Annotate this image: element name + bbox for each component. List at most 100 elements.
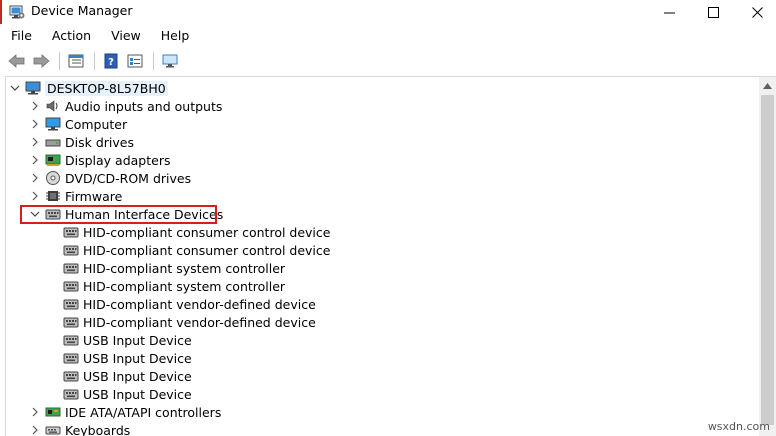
speaker-icon [45,98,61,114]
expand-chevron-icon[interactable] [28,403,42,421]
expand-chevron-icon[interactable] [28,421,42,436]
computer-icon [25,80,41,96]
close-button[interactable] [734,0,776,24]
scroll-thumb[interactable] [761,95,774,425]
hid-icon [63,224,79,240]
tree-category-disk-drives[interactable]: Disk drives [28,133,134,151]
device-label: USB Input Device [83,386,192,402]
category-label: Human Interface Devices [65,206,224,222]
help-book-icon: ? [104,53,118,69]
details-button[interactable] [124,50,146,72]
collapse-chevron-icon[interactable] [8,79,22,97]
hid-icon [45,206,61,222]
tree-device-item[interactable]: USB Input Device [63,385,192,403]
hid-icon [63,368,79,384]
minimize-button[interactable] [646,0,692,24]
window-title: Device Manager [31,3,133,18]
device-label: HID-compliant system controller [83,260,286,276]
device-label: HID-compliant vendor-defined device [83,314,316,330]
tree-category-firmware[interactable]: Firmware [28,187,122,205]
toolbar-separator [94,52,95,70]
scan-monitor-icon [162,54,178,68]
tree-category-display-adapters[interactable]: Display adapters [28,151,170,169]
details-list-icon [127,54,143,68]
properties-grid-icon [68,54,84,68]
tree-device-item[interactable]: USB Input Device [63,331,192,349]
tree-category-audio-inputs-and-outputs[interactable]: Audio inputs and outputs [28,97,222,115]
toolbar-separator [59,52,60,70]
svg-text:?: ? [108,57,114,68]
menu-help[interactable]: Help [150,26,199,46]
expand-chevron-icon[interactable] [28,115,42,133]
expand-chevron-icon[interactable] [28,169,42,187]
tree-category-computer[interactable]: Computer [28,115,127,133]
tree-category-ide-ata-atapi-controllers[interactable]: IDE ATA/ATAPI controllers [28,403,221,421]
tree-device-item[interactable]: HID-compliant vendor-defined device [63,313,316,331]
expand-chevron-icon[interactable] [28,133,42,151]
category-label: Computer [65,116,128,132]
category-label: IDE ATA/ATAPI controllers [65,404,222,420]
tree-category-keyboards[interactable]: Keyboards [28,421,130,436]
forward-button[interactable] [30,50,52,72]
category-label: Disk drives [65,134,134,150]
expand-chevron-icon[interactable] [28,151,42,169]
window-edge [0,0,2,24]
device-label: HID-compliant consumer control device [83,224,331,240]
menu-bar: File Action View Help [0,26,776,46]
scan-hardware-button[interactable] [159,50,181,72]
keyboard-icon [45,422,61,436]
toolbar-separator [153,52,154,70]
close-icon [751,6,763,18]
category-label: Audio inputs and outputs [65,98,223,114]
menu-file[interactable]: File [0,26,41,46]
category-label: Keyboards [65,422,131,436]
expand-chevron-icon[interactable] [28,187,42,205]
disk-drive-icon [45,134,61,150]
device-label: USB Input Device [83,368,192,384]
device-label: USB Input Device [83,350,192,366]
scroll-up-button[interactable] [759,77,776,94]
device-manager-icon [9,5,25,19]
tree-category-human-interface-devices[interactable]: Human Interface Devices [28,205,223,223]
watermark: wsxdn.com [707,420,770,433]
hid-icon [63,260,79,276]
tree-category-dvd-cd-rom-drives[interactable]: DVD/CD-ROM drives [28,169,191,187]
tree-device-item[interactable]: HID-compliant system controller [63,277,285,295]
category-label: Display adapters [65,152,171,168]
monitor-icon [45,116,61,132]
hid-icon [63,332,79,348]
menu-action[interactable]: Action [41,26,100,46]
forward-arrow-icon [33,54,50,68]
chevron-up-icon [763,82,772,89]
toolbar: ? [0,48,776,74]
help-button[interactable]: ? [100,50,122,72]
maximize-icon [707,6,719,18]
minimize-icon [663,12,675,13]
device-label: USB Input Device [83,332,192,348]
display-adapter-icon [45,152,61,168]
tree-device-item[interactable]: USB Input Device [63,367,192,385]
hid-icon [63,296,79,312]
tree-root[interactable]: DESKTOP-8L57BH0 [8,79,168,97]
ide-controller-icon [45,404,61,420]
tree-root-label: DESKTOP-8L57BH0 [45,80,168,96]
tree-device-item[interactable]: USB Input Device [63,349,192,367]
menu-view[interactable]: View [100,26,150,46]
tree-device-item[interactable]: HID-compliant system controller [63,259,285,277]
category-label: DVD/CD-ROM drives [65,170,192,186]
collapse-chevron-icon[interactable] [28,205,42,223]
hid-icon [63,278,79,294]
tree-device-item[interactable]: HID-compliant consumer control device [63,241,330,259]
tree-device-item[interactable]: HID-compliant consumer control device [63,223,330,241]
properties-view-button[interactable] [65,50,87,72]
dvd-drive-icon [45,170,61,186]
firmware-icon [45,188,61,204]
vertical-scrollbar[interactable] [759,77,776,436]
tree-device-item[interactable]: HID-compliant vendor-defined device [63,295,316,313]
device-label: HID-compliant system controller [83,278,286,294]
expand-chevron-icon[interactable] [28,97,42,115]
device-label: HID-compliant consumer control device [83,242,331,258]
maximize-button[interactable] [690,0,736,24]
hid-icon [63,386,79,402]
back-button[interactable] [6,50,28,72]
